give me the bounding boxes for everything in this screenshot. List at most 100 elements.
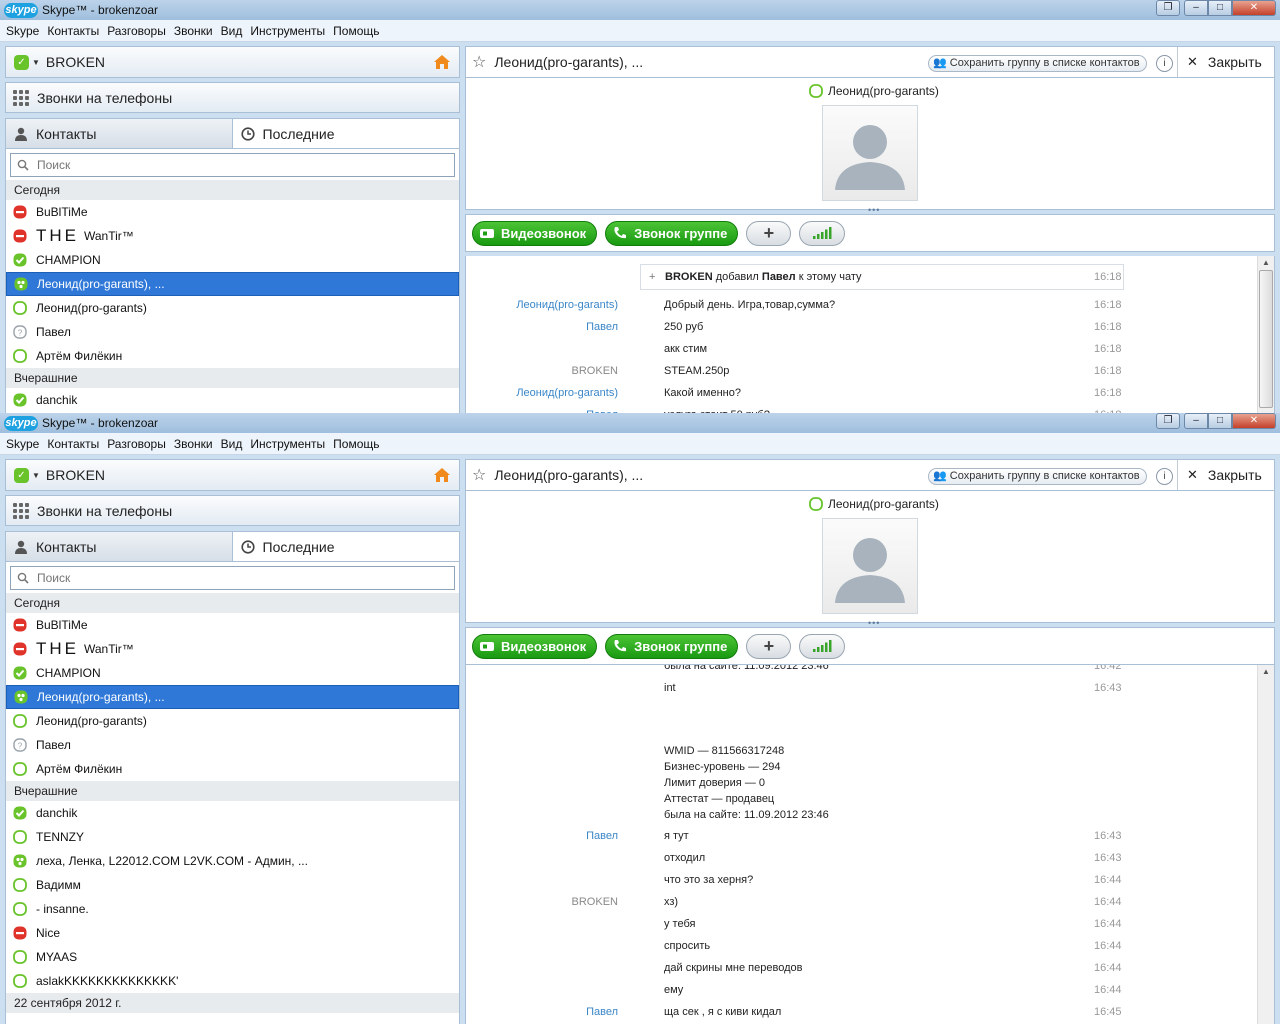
contact-item[interactable]: Леонид(pro-garants): [6, 296, 459, 320]
search-box[interactable]: [10, 153, 455, 177]
menu-skype[interactable]: Skype: [2, 437, 43, 451]
menu-conversations[interactable]: Разговоры: [103, 24, 170, 38]
contact-item[interactable]: Артём Филёкин: [6, 344, 459, 368]
contact-item[interactable]: THE WanTir™: [6, 637, 459, 661]
info-icon[interactable]: i: [1156, 468, 1173, 485]
menu-help[interactable]: Помощь: [329, 437, 383, 451]
menu-skype[interactable]: Skype: [2, 24, 43, 38]
call-quality-button[interactable]: [799, 633, 846, 659]
close-icon[interactable]: ✕: [1232, 413, 1276, 429]
avatar[interactable]: [822, 105, 918, 201]
info-icon[interactable]: i: [1156, 55, 1173, 72]
scrollbar[interactable]: ▲: [1257, 256, 1274, 413]
scrollbar[interactable]: ▲: [1257, 665, 1274, 1024]
title-bar[interactable]: skype Skype™ - brokenzoar ❐ – □ ✕: [0, 0, 1280, 20]
add-button[interactable]: +: [746, 220, 792, 246]
menu-tools[interactable]: Инструменты: [246, 24, 329, 38]
tab-recent[interactable]: Последние: [232, 119, 459, 148]
contact-item[interactable]: Леонид(pro-garants), ...: [6, 685, 459, 709]
avatar[interactable]: [822, 518, 918, 614]
user-status-bar[interactable]: ✓ ▼ BROKEN: [5, 46, 460, 78]
contact-item[interactable]: THE WanTir™: [6, 224, 459, 248]
call-phones-button[interactable]: Звонки на телефоны: [5, 495, 460, 526]
menu-calls[interactable]: Звонки: [170, 437, 217, 451]
close-chat-button[interactable]: ✕ Закрыть: [1177, 460, 1274, 490]
save-group-button[interactable]: 👥 Сохранить группу в списке контактов: [928, 468, 1147, 485]
menu-calls[interactable]: Звонки: [170, 24, 217, 38]
contact-item[interactable]: Вадимм: [6, 873, 459, 897]
contact-item[interactable]: TENNZY: [6, 825, 459, 849]
call-quality-button[interactable]: [799, 220, 846, 246]
contact-item[interactable]: Леонид(pro-garants): [6, 709, 459, 733]
chat-title[interactable]: Леонид(pro-garants), ...: [494, 467, 643, 483]
contact-item[interactable]: BuBlTiMe: [6, 613, 459, 637]
contact-item[interactable]: MYAAS: [6, 945, 459, 969]
scroll-thumb[interactable]: [1259, 270, 1273, 408]
video-call-button[interactable]: Видеозвонок: [472, 633, 598, 659]
video-call-button[interactable]: Видеозвонок: [472, 220, 598, 246]
chat-title[interactable]: Леонид(pro-garants), ...: [494, 54, 643, 70]
contact-item[interactable]: Артём Филёкин: [6, 757, 459, 781]
maximize-icon[interactable]: □: [1208, 413, 1232, 429]
message-author[interactable]: Павел: [586, 825, 618, 847]
resize-grip[interactable]: •••: [868, 618, 880, 628]
search-input[interactable]: [37, 571, 437, 585]
call-phones-button[interactable]: Звонки на телефоны: [5, 82, 460, 113]
chevron-down-icon[interactable]: ▼: [32, 471, 40, 480]
tab-contacts[interactable]: Контакты: [6, 119, 233, 148]
menu-contacts[interactable]: Контакты: [43, 24, 103, 38]
restore-icon[interactable]: ❐: [1156, 413, 1180, 429]
contact-item[interactable]: ? Павел: [6, 320, 459, 344]
home-icon[interactable]: [433, 54, 451, 70]
menu-conversations[interactable]: Разговоры: [103, 437, 170, 451]
close-icon[interactable]: ✕: [1232, 0, 1276, 16]
minimize-icon[interactable]: –: [1184, 0, 1208, 16]
contact-item[interactable]: aslakKKKKKKKKKKKKKK': [6, 969, 459, 993]
save-group-button[interactable]: 👥 Сохранить группу в списке контактов: [928, 55, 1147, 72]
contact-item[interactable]: Nice: [6, 921, 459, 945]
search-box[interactable]: [10, 566, 455, 590]
minimize-icon[interactable]: –: [1184, 413, 1208, 429]
user-status-bar[interactable]: ✓ ▼ BROKEN: [5, 459, 460, 491]
message-author[interactable]: Леонид(pro-garants): [516, 382, 618, 404]
group-call-button[interactable]: Звонок группе: [605, 220, 739, 246]
contact-item[interactable]: Леонид(pro-garants), ...: [6, 272, 459, 296]
online-status-icon[interactable]: ✓: [14, 467, 29, 483]
participant-name[interactable]: Леонид(pro-garants): [809, 497, 939, 511]
contact-item[interactable]: леха, Ленка, L22012.COM L2VK.COM - Админ…: [6, 849, 459, 873]
contact-item[interactable]: ? Павел: [6, 733, 459, 757]
online-status-icon[interactable]: ✓: [14, 54, 29, 70]
contact-item[interactable]: danchik: [6, 801, 459, 825]
close-chat-button[interactable]: ✕ Закрыть: [1177, 47, 1274, 77]
message-author[interactable]: BROKEN: [572, 891, 618, 913]
message-author[interactable]: Леонид(pro-garants): [516, 294, 618, 316]
group-call-button[interactable]: Звонок группе: [605, 633, 739, 659]
tab-recent[interactable]: Последние: [232, 532, 459, 561]
chevron-down-icon[interactable]: ▼: [32, 58, 40, 67]
star-icon[interactable]: ☆: [472, 465, 486, 485]
maximize-icon[interactable]: □: [1208, 0, 1232, 16]
menu-help[interactable]: Помощь: [329, 24, 383, 38]
resize-grip[interactable]: •••: [868, 205, 880, 215]
message-author[interactable]: BROKEN: [572, 360, 618, 382]
home-icon[interactable]: [433, 467, 451, 483]
message-author[interactable]: Павел: [586, 1001, 618, 1023]
menu-tools[interactable]: Инструменты: [246, 437, 329, 451]
title-bar[interactable]: skype Skype™ - brokenzoar ❐ – □ ✕: [0, 413, 1280, 433]
star-icon[interactable]: ☆: [472, 52, 486, 72]
tab-contacts[interactable]: Контакты: [6, 532, 233, 561]
add-button[interactable]: +: [746, 633, 792, 659]
scroll-up-icon[interactable]: ▲: [1262, 667, 1270, 676]
contact-item[interactable]: - insanne.: [6, 897, 459, 921]
contact-item[interactable]: BuBlTiMe: [6, 200, 459, 224]
search-input[interactable]: [37, 158, 437, 172]
restore-icon[interactable]: ❐: [1156, 0, 1180, 16]
contact-item[interactable]: danchik: [6, 388, 459, 412]
participant-name[interactable]: Леонид(pro-garants): [809, 84, 939, 98]
menu-contacts[interactable]: Контакты: [43, 437, 103, 451]
message-author[interactable]: Павел: [586, 316, 618, 338]
scroll-up-icon[interactable]: ▲: [1262, 258, 1270, 267]
menu-view[interactable]: Вид: [217, 24, 247, 38]
menu-view[interactable]: Вид: [217, 437, 247, 451]
contact-item[interactable]: CHAMPION: [6, 661, 459, 685]
